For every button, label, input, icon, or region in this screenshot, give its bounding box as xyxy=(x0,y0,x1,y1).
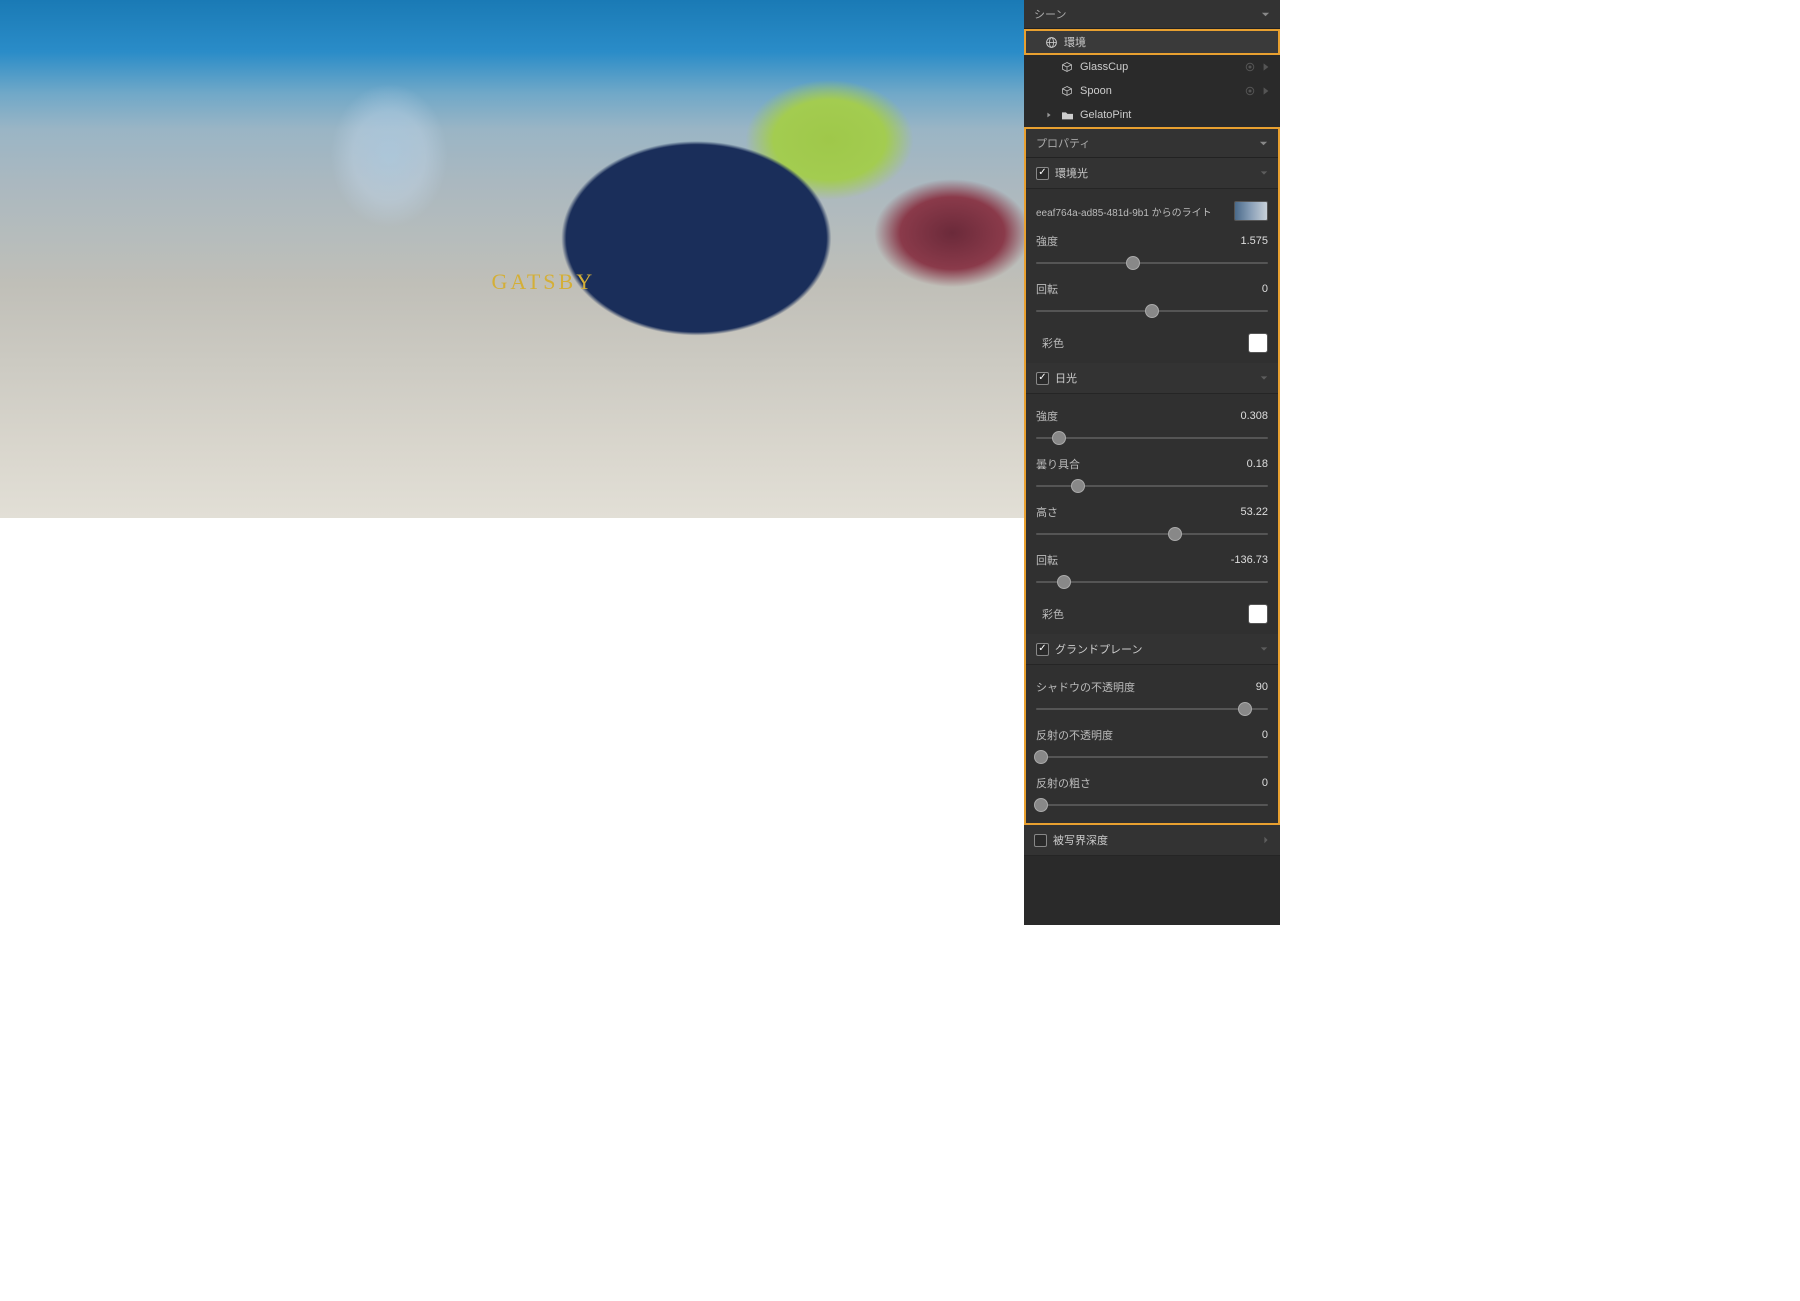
checkbox-dof[interactable] xyxy=(1034,834,1047,847)
cube-icon xyxy=(1060,84,1074,98)
section-heading-ground[interactable]: グランドプレーン xyxy=(1026,634,1278,665)
viewport[interactable]: GATSBY xyxy=(0,0,1024,925)
scene-tree: 環境 GlassCup Spoon xyxy=(1024,29,1280,127)
scene-panel-title: シーン xyxy=(1034,6,1066,22)
properties-panel-title: プロパティ xyxy=(1036,135,1090,151)
row-sun-rotation: 回転 -136.73 xyxy=(1036,552,1268,568)
row-sun-tint: 彩色 xyxy=(1036,604,1268,624)
globe-icon xyxy=(1044,35,1058,49)
sidebar: シーン 環境 GlassCup Spoon xyxy=(1024,0,1280,925)
product-brand-label: GATSBY xyxy=(492,269,596,295)
color-swatch-env-tint[interactable] xyxy=(1248,333,1268,353)
slider-shadow-opacity[interactable] xyxy=(1036,701,1268,717)
slider-reflection-opacity[interactable] xyxy=(1036,749,1268,765)
section-heading-dof[interactable]: 被写界深度 xyxy=(1024,825,1280,856)
scene-panel-header[interactable]: シーン xyxy=(1024,0,1280,29)
collapse-icon xyxy=(1260,169,1268,177)
chevron-right-icon xyxy=(1044,108,1054,122)
tree-item-label: GlassCup xyxy=(1080,61,1128,73)
label-tint: 彩色 xyxy=(1042,335,1064,351)
row-env-rotation: 回転 0 xyxy=(1036,281,1268,297)
checkbox-ground[interactable] xyxy=(1036,643,1049,656)
collapse-icon xyxy=(1260,374,1268,382)
tree-item-environment[interactable]: 環境 xyxy=(1024,29,1280,55)
label-intensity: 強度 xyxy=(1036,233,1058,249)
properties-panel-header[interactable]: プロパティ xyxy=(1026,129,1278,158)
value-rotation: 0 xyxy=(1262,283,1268,295)
value-intensity: 1.575 xyxy=(1240,235,1268,247)
slider-sun-height[interactable] xyxy=(1036,526,1268,542)
section-ground-plane: グランドプレーン シャドウの不透明度 90 反射の不透明度 0 反射の粗さ 0 xyxy=(1026,634,1278,823)
slider-sun-cloud[interactable] xyxy=(1036,478,1268,494)
tree-item-gelatopint[interactable]: GelatoPint xyxy=(1024,103,1280,127)
tree-item-controls[interactable] xyxy=(1244,61,1272,73)
label-rotation: 回転 xyxy=(1036,281,1058,297)
section-environment-light: 環境光 eeaf764a-ad85-481d-9b1 からのライト 強度 1.5… xyxy=(1026,158,1278,363)
row-sun-intensity: 強度 0.308 xyxy=(1036,408,1268,424)
row-env-tint: 彩色 xyxy=(1036,333,1268,353)
folder-icon xyxy=(1060,108,1074,122)
section-heading-sun[interactable]: 日光 xyxy=(1026,363,1278,394)
render-preview[interactable]: GATSBY xyxy=(0,0,1024,518)
section-title: グランドプレーン xyxy=(1055,641,1142,657)
slider-sun-intensity[interactable] xyxy=(1036,430,1268,446)
hdri-thumbnail[interactable] xyxy=(1234,201,1268,221)
tree-item-label: Spoon xyxy=(1080,85,1112,97)
properties-highlight: プロパティ 環境光 eeaf764a-ad85-481d-9b1 からのライト … xyxy=(1024,127,1280,825)
collapse-icon xyxy=(1259,139,1268,148)
hdri-label: eeaf764a-ad85-481d-9b1 からのライト xyxy=(1036,204,1212,219)
tree-item-controls[interactable] xyxy=(1244,85,1272,97)
slider-sun-rotation[interactable] xyxy=(1036,574,1268,590)
checkbox-sun[interactable] xyxy=(1036,372,1049,385)
color-swatch-sun-tint[interactable] xyxy=(1248,604,1268,624)
row-sun-height: 高さ 53.22 xyxy=(1036,504,1268,520)
hdri-light-row[interactable]: eeaf764a-ad85-481d-9b1 からのライト xyxy=(1036,193,1268,223)
cube-icon xyxy=(1060,60,1074,74)
slider-env-rotation[interactable] xyxy=(1036,303,1268,319)
tree-item-spoon[interactable]: Spoon xyxy=(1024,79,1280,103)
slider-reflection-roughness[interactable] xyxy=(1036,797,1268,813)
section-title: 環境光 xyxy=(1055,165,1088,181)
row-sun-cloud: 曇り具合 0.18 xyxy=(1036,456,1268,472)
section-title: 日光 xyxy=(1055,370,1077,386)
section-sun-light: 日光 強度 0.308 曇り具合 0.18 高さ 53.22 xyxy=(1026,363,1278,634)
slider-env-intensity[interactable] xyxy=(1036,255,1268,271)
section-heading-env[interactable]: 環境光 xyxy=(1026,158,1278,189)
row-reflection-roughness: 反射の粗さ 0 xyxy=(1036,775,1268,791)
tree-item-label: GelatoPint xyxy=(1080,109,1131,121)
section-dof: 被写界深度 xyxy=(1024,825,1280,856)
row-reflection-opacity: 反射の不透明度 0 xyxy=(1036,727,1268,743)
checkbox-env[interactable] xyxy=(1036,167,1049,180)
tree-item-label: 環境 xyxy=(1064,34,1086,50)
collapse-icon xyxy=(1261,10,1270,19)
section-title: 被写界深度 xyxy=(1053,832,1108,848)
row-shadow-opacity: シャドウの不透明度 90 xyxy=(1036,679,1268,695)
tree-item-glasscup[interactable]: GlassCup xyxy=(1024,55,1280,79)
row-env-intensity: 強度 1.575 xyxy=(1036,233,1268,249)
collapse-icon xyxy=(1262,836,1270,844)
collapse-icon xyxy=(1260,645,1268,653)
